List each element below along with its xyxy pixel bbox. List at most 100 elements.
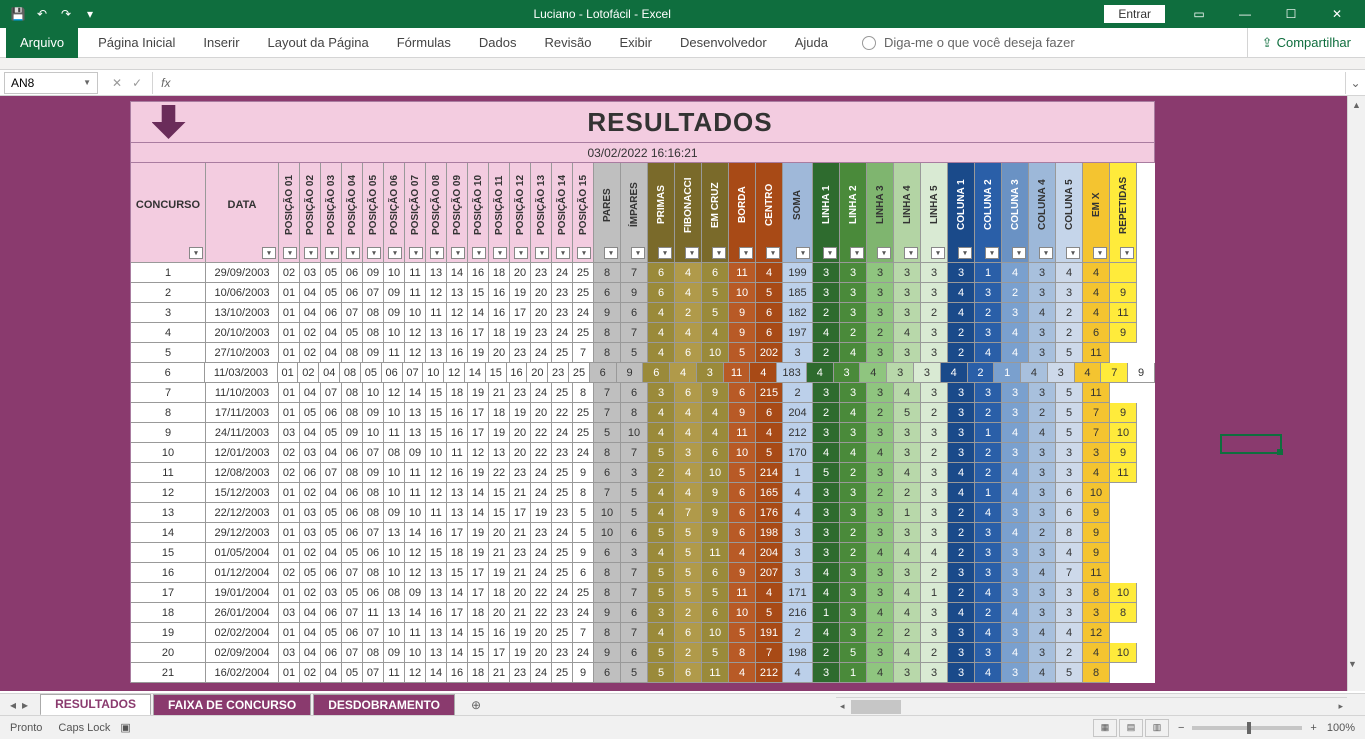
cell[interactable]: 3	[1002, 663, 1029, 683]
cell[interactable]: 5	[729, 343, 756, 363]
cell[interactable]: 6	[1083, 323, 1110, 343]
filter-icon[interactable]: ▾	[1012, 247, 1026, 259]
tell-me-input[interactable]: Diga-me o que você deseja fazer	[884, 35, 1075, 50]
cell[interactable]: 9	[573, 463, 594, 483]
cell[interactable]: 20	[510, 583, 531, 603]
sheet-tab-resultados[interactable]: RESULTADOS	[40, 694, 151, 716]
cell[interactable]: 20	[510, 423, 531, 443]
cell[interactable]: 5	[729, 623, 756, 643]
cell[interactable]: 3	[1029, 463, 1056, 483]
cell[interactable]: 14	[468, 503, 489, 523]
cell[interactable]: 24	[573, 443, 594, 463]
cell[interactable]: 04	[321, 483, 342, 503]
cell[interactable]: 4	[675, 323, 702, 343]
sheet-content[interactable]: RESULTADOS03/02/2022 16:16:21CONCURSO▾DA…	[130, 101, 1155, 683]
filter-icon[interactable]: ▾	[850, 247, 864, 259]
filter-icon[interactable]: ▾	[796, 247, 810, 259]
cell[interactable]: 18	[489, 403, 510, 423]
cell[interactable]: 3	[783, 563, 813, 583]
cell[interactable]: 08	[342, 383, 363, 403]
cell[interactable]: 17	[510, 503, 531, 523]
cell[interactable]: 170	[783, 443, 813, 463]
cell[interactable]: 04	[300, 423, 321, 443]
cell[interactable]: 9	[1110, 443, 1137, 463]
cell[interactable]: 17	[131, 583, 206, 603]
cell[interactable]: 29/09/2003	[206, 263, 279, 283]
cell[interactable]: 09	[363, 343, 384, 363]
cell[interactable]: 3	[783, 523, 813, 543]
cell[interactable]: 2	[975, 603, 1002, 623]
cell[interactable]: 3	[948, 443, 975, 463]
cell[interactable]: 14	[447, 623, 468, 643]
cell[interactable]: 5	[1056, 343, 1083, 363]
cell[interactable]: 11	[405, 263, 426, 283]
share-button[interactable]: ⇪ Compartilhar	[1247, 28, 1365, 58]
cell[interactable]: 4	[1002, 463, 1029, 483]
filter-icon[interactable]: ▾	[604, 247, 618, 259]
table-row[interactable]: 1719/01/20040102030506080913141718202224…	[130, 583, 1155, 603]
cell[interactable]: 03	[300, 443, 321, 463]
cell[interactable]: 23	[548, 363, 569, 383]
minimize-icon[interactable]: ―	[1223, 0, 1267, 28]
cell[interactable]: 2	[1056, 303, 1083, 323]
cell[interactable]: 14	[447, 263, 468, 283]
cell[interactable]: 12	[405, 343, 426, 363]
cell[interactable]: 16	[447, 403, 468, 423]
header-coluna-3[interactable]: COLUNA 3▾	[1002, 163, 1029, 263]
cell[interactable]: 2	[867, 323, 894, 343]
cell[interactable]: 18	[131, 603, 206, 623]
cell[interactable]: 16	[489, 283, 510, 303]
cell[interactable]: 212	[756, 663, 783, 683]
cell[interactable]: 4	[1083, 643, 1110, 663]
header-linha-1[interactable]: LINHA 1▾	[813, 163, 840, 263]
cell[interactable]: 1	[921, 583, 948, 603]
cell[interactable]: 6	[648, 283, 675, 303]
cell[interactable]: 3	[867, 343, 894, 363]
header-posi-o-08[interactable]: POSIÇÃO 08▾	[426, 163, 447, 263]
cell[interactable]: 4	[648, 543, 675, 563]
cell[interactable]: 13	[447, 483, 468, 503]
cell[interactable]: 4	[975, 623, 1002, 643]
cell[interactable]: 4	[1002, 603, 1029, 623]
cell[interactable]: 14	[468, 483, 489, 503]
cell[interactable]: 4	[1029, 663, 1056, 683]
cell[interactable]: 6	[729, 383, 756, 403]
header-coluna-4[interactable]: COLUNA 4▾	[1029, 163, 1056, 263]
cell[interactable]: 11	[1110, 463, 1137, 483]
cell[interactable]: 05	[300, 563, 321, 583]
cell[interactable]: 2	[948, 343, 975, 363]
tab-nav-next-icon[interactable]: ▸	[22, 698, 28, 712]
cell[interactable]: 2	[813, 643, 840, 663]
table-row[interactable]: 1826/01/20040304060711131416171820212223…	[130, 603, 1155, 623]
cell[interactable]: 4	[941, 363, 968, 383]
cell[interactable]: 21	[489, 383, 510, 403]
save-icon[interactable]: 💾	[8, 4, 28, 24]
cell[interactable]: 3	[1029, 643, 1056, 663]
cell[interactable]: 3	[867, 523, 894, 543]
filter-icon[interactable]: ▾	[985, 247, 999, 259]
cell[interactable]: 5	[573, 503, 594, 523]
cell[interactable]: 10	[1110, 423, 1137, 443]
cell[interactable]: 6	[729, 483, 756, 503]
cell[interactable]: 8	[594, 443, 621, 463]
cell[interactable]: 3	[1029, 383, 1056, 403]
cell[interactable]: 10	[702, 343, 729, 363]
cell[interactable]: 2	[783, 623, 813, 643]
cell[interactable]: 13	[405, 403, 426, 423]
cell[interactable]: 09	[405, 583, 426, 603]
cell[interactable]: 4	[948, 483, 975, 503]
cell[interactable]: 19	[510, 623, 531, 643]
cell[interactable]: 09	[363, 463, 384, 483]
table-row[interactable]: 2116/02/20040102040507111214161821232425…	[130, 663, 1155, 683]
cell[interactable]: 2	[813, 403, 840, 423]
cell[interactable]: 4	[894, 383, 921, 403]
cell[interactable]: 4	[975, 583, 1002, 603]
cell[interactable]: 6	[675, 663, 702, 683]
cell[interactable]: 9	[729, 303, 756, 323]
cell[interactable]: 3	[1056, 583, 1083, 603]
cell[interactable]: 2	[894, 623, 921, 643]
cell[interactable]: 2	[1056, 323, 1083, 343]
cell[interactable]: 08	[363, 643, 384, 663]
cell[interactable]: 14	[465, 363, 486, 383]
cell[interactable]: 06	[321, 603, 342, 623]
